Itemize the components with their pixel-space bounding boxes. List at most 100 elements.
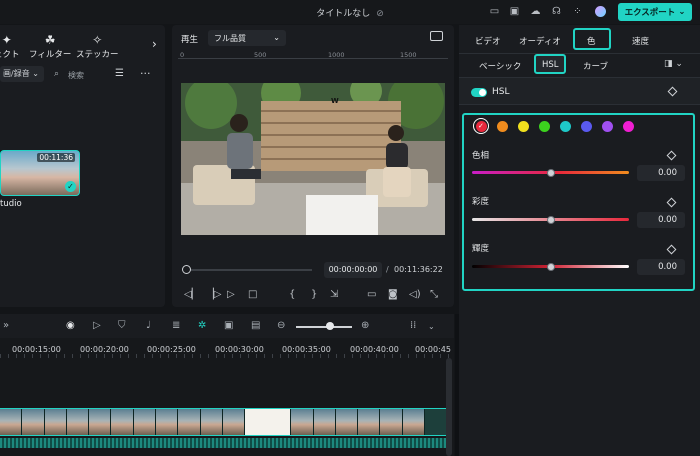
mark-out-icon[interactable]: } [311, 289, 317, 300]
thumbnail-duration: 00:11:36 [37, 153, 75, 162]
mark-in-icon[interactable]: { [289, 289, 295, 300]
stop-icon[interactable]: □ [248, 289, 257, 300]
save-icon[interactable]: ▣ [508, 5, 521, 18]
expand-icon[interactable]: » [3, 320, 9, 331]
color-swatch-yellow[interactable] [518, 121, 529, 132]
media-thumbnail[interactable]: 00:11:36 ✓ [0, 150, 80, 196]
video-frame: W [181, 83, 445, 235]
timecode-separator: / [386, 265, 389, 274]
keyframe-icon[interactable] [666, 197, 677, 208]
more-options-icon[interactable]: ··· [140, 67, 151, 80]
hue-value[interactable]: 0.00 [637, 165, 685, 181]
zoom-out-icon[interactable]: ⊖ [277, 320, 285, 331]
display-icon[interactable]: ▭ [367, 289, 376, 300]
color-swatch-blue[interactable] [581, 121, 592, 132]
timeline-toolbar: » ◉ ▷ ⛉ ♩ ≣ ✲ ▣ ▤ ⊖ ⊕ ⁞⁞ ⌄ [0, 314, 454, 338]
headset-icon[interactable]: ☊ [550, 5, 563, 18]
tab-effects[interactable]: ✦ェクト [0, 33, 20, 60]
scrub-handle[interactable] [182, 265, 191, 274]
preview-ruler: 0 500 1000 1500 [178, 51, 448, 59]
color-swatch-cyan[interactable] [560, 121, 571, 132]
clip-frame [66, 409, 90, 435]
camera-icon[interactable]: ◙ [388, 289, 398, 300]
saturation-value[interactable]: 0.00 [637, 212, 685, 228]
chevron-right-icon[interactable]: › [152, 37, 157, 51]
timeline-scrollbar[interactable] [446, 358, 452, 456]
microphone-icon[interactable]: ♩ [146, 320, 151, 331]
insert-icon[interactable]: ⇲ [330, 289, 338, 300]
timecode-tick: 00:00:25:00 [147, 345, 196, 354]
search-input[interactable]: 検索 [68, 70, 84, 81]
media-panel: ✦ェクト ☘フィルター ✧ステッカー › 画/録音 ⌄ ⌕ 検索 ☰ ··· 0… [0, 25, 165, 307]
saturation-label: 彩度 [472, 197, 490, 207]
color-swatch-orange[interactable] [497, 121, 508, 132]
clip-frame [156, 409, 179, 435]
text-track-icon[interactable]: ≣ [172, 320, 180, 331]
folder-select[interactable]: 画/録音 ⌄ [0, 66, 44, 82]
scrub-bar[interactable] [184, 269, 312, 271]
keyframe-icon[interactable] [666, 244, 677, 255]
quality-select[interactable]: フル品質 ⌄ [208, 30, 286, 46]
clip-frame [0, 409, 23, 435]
fullscreen-icon[interactable]: ⤡ [430, 289, 438, 300]
subtab-hsl[interactable]: HSL [542, 60, 559, 70]
effects-icon: ✦ [1, 33, 12, 47]
step-back-icon[interactable]: ◁▏ [184, 289, 199, 300]
preview-player: 再生 フル品質 ⌄ 0 500 1000 1500 W 00:00:00:00 … [172, 25, 454, 307]
shield-icon[interactable]: ⛉ [118, 320, 126, 331]
subtab-basic[interactable]: ベーシック [479, 60, 521, 72]
hue-slider-handle[interactable] [546, 168, 555, 177]
monitor-icon[interactable]: ▭ [488, 5, 501, 18]
sort-filter-icon[interactable]: ☰ [115, 68, 124, 79]
audio-waveform[interactable] [0, 438, 446, 448]
subtitle-icon[interactable]: ▤ [251, 320, 260, 331]
saturation-slider-handle[interactable] [546, 215, 555, 224]
clip-frame [358, 409, 381, 435]
luminance-slider-handle[interactable] [546, 262, 555, 271]
timecode-tick: 00:00:35:00 [282, 345, 331, 354]
ai-icon[interactable]: ◉ [66, 320, 75, 331]
zoom-in-icon[interactable]: ⊕ [361, 320, 369, 331]
zoom-slider-handle[interactable] [326, 322, 334, 330]
timecode-current[interactable]: 00:00:00:00 [324, 262, 382, 278]
ruler-tick: 500 [254, 51, 267, 59]
filter-icon: ☘ [44, 33, 56, 47]
color-swatch-magenta[interactable] [623, 121, 634, 132]
luminance-value[interactable]: 0.00 [637, 259, 685, 275]
color-swatch-purple[interactable] [602, 121, 613, 132]
snap-icon[interactable]: ✲ [198, 320, 206, 331]
export-button[interactable]: エクスポート ⌄ [618, 3, 692, 21]
video-clip[interactable] [0, 408, 446, 436]
title-bar: タイトルなし ⊘ ▭ ▣ ☁ ☊ ⁘ エクスポート ⌄ [0, 0, 700, 24]
hsl-toggle[interactable] [471, 88, 487, 97]
volume-icon[interactable]: ◁) [409, 289, 421, 300]
play-icon[interactable]: ▷ [227, 289, 235, 300]
tab-filters[interactable]: ☘ フィルター [29, 33, 71, 60]
tab-color[interactable]: 色 [587, 35, 596, 47]
tab-stickers[interactable]: ✧ ステッカー [76, 33, 119, 60]
step-forward-icon[interactable]: ▕▷ [206, 289, 221, 300]
compare-icon[interactable]: ◨ ⌄ [664, 59, 683, 69]
cloud-icon[interactable]: ☁ [529, 5, 542, 18]
apps-grid-icon[interactable]: ⁘ [571, 5, 584, 18]
zoom-slider[interactable] [296, 326, 352, 328]
pip-icon[interactable]: ▣ [224, 320, 233, 331]
tab-video[interactable]: ビデオ [475, 35, 501, 47]
layout-grid-icon[interactable]: ⁞⁞ [410, 320, 416, 331]
keyframe-icon[interactable] [666, 150, 677, 161]
keyframe-icon[interactable] [667, 86, 678, 97]
play-range-icon[interactable]: ▷ [93, 320, 101, 331]
timecode-tick: 00:00:45 [415, 345, 451, 354]
timecode-total: 00:11:36:22 [394, 265, 443, 274]
color-swatch-green[interactable] [539, 121, 550, 132]
timecode-tick: 00:00:30:00 [215, 345, 264, 354]
avatar[interactable] [595, 6, 606, 17]
luminance-label: 輝度 [472, 244, 490, 254]
chevron-down-icon[interactable]: ⌄ [428, 322, 435, 331]
logo-w: W [331, 97, 339, 105]
tab-audio[interactable]: オーディオ [519, 35, 561, 47]
snapshot-icon[interactable] [430, 31, 443, 41]
subtab-curves[interactable]: カーブ [583, 60, 608, 72]
tab-speed[interactable]: 速度 [632, 35, 649, 47]
clip-frame [313, 409, 336, 435]
